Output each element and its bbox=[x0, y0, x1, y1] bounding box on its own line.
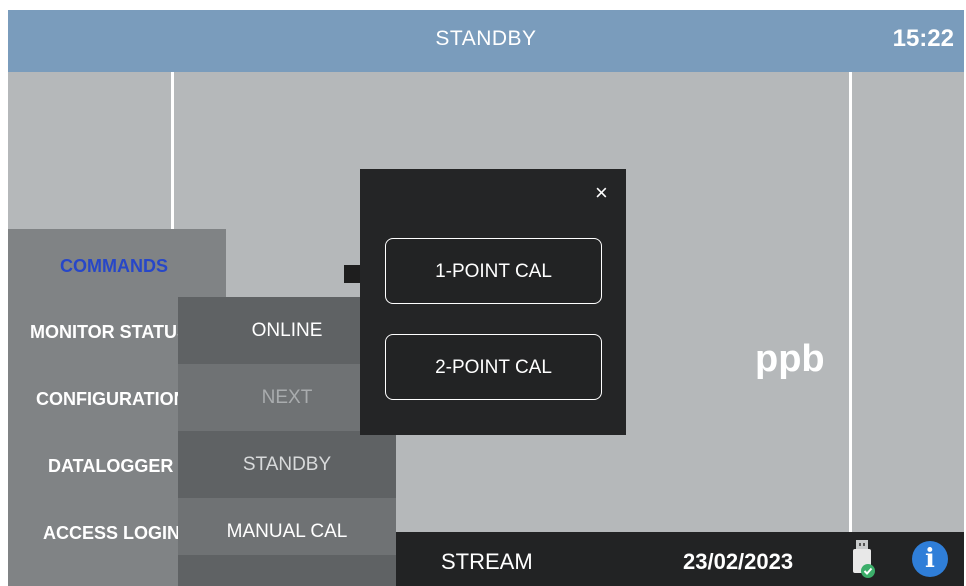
menu-item-datalogger[interactable]: DATALOGGER bbox=[48, 456, 178, 477]
measurement-unit: ppb bbox=[755, 338, 825, 380]
screen: STANDBY 15:22 ppb COMMANDS MONITOR STATU… bbox=[8, 10, 964, 586]
submenu-item-standby[interactable]: STANDBY bbox=[178, 431, 396, 498]
status-bar: STREAM 23/02/2023 i bbox=[396, 532, 964, 586]
info-icon[interactable]: i bbox=[912, 541, 948, 577]
close-icon[interactable]: × bbox=[595, 182, 608, 204]
one-point-cal-button[interactable]: 1-POINT CAL bbox=[385, 238, 602, 304]
usb-drive-ok-icon[interactable] bbox=[851, 540, 875, 580]
divider-right bbox=[849, 72, 852, 532]
submenu-item-manual-cal[interactable]: MANUAL CAL bbox=[178, 498, 396, 555]
menu-item-configuration[interactable]: CONFIGURATION bbox=[36, 389, 178, 410]
clock: 15:22 bbox=[892, 25, 954, 52]
submenu-item-more bbox=[178, 555, 396, 586]
two-point-cal-button[interactable]: 2-POINT CAL bbox=[385, 334, 602, 400]
calibration-dialog: × 1-POINT CAL 2-POINT CAL bbox=[360, 169, 626, 435]
top-bar: STANDBY 15:22 bbox=[8, 10, 964, 72]
stream-label[interactable]: STREAM bbox=[441, 549, 533, 575]
divider-left bbox=[171, 72, 174, 229]
menu-item-commands[interactable]: COMMANDS bbox=[60, 256, 210, 277]
menu-item-access-login[interactable]: ACCESS LOGIN bbox=[43, 523, 178, 544]
menu-item-monitor-status[interactable]: MONITOR STATUS bbox=[30, 322, 178, 343]
date-readout: 23/02/2023 bbox=[683, 549, 794, 574]
status-title: STANDBY bbox=[435, 27, 537, 50]
